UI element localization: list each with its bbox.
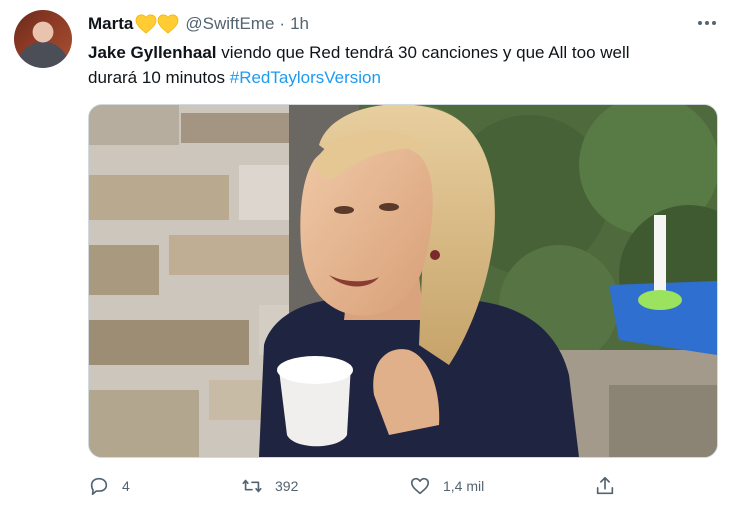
avatar[interactable]: [14, 10, 72, 68]
timestamp[interactable]: 1h: [290, 14, 309, 34]
tweet-actions: 4 392 1,4 mil: [88, 472, 648, 500]
tweet-header: Marta @SwiftEme · 1h: [88, 12, 309, 36]
display-name[interactable]: Marta: [88, 14, 133, 34]
user-handle[interactable]: @SwiftEme: [185, 14, 274, 34]
share-button[interactable]: [594, 472, 616, 500]
like-button[interactable]: 1,4 mil: [409, 472, 484, 500]
separator-dot: ·: [279, 14, 286, 33]
yellow-heart-icon: [135, 14, 157, 34]
hashtag-link[interactable]: #RedTaylorsVersion: [230, 68, 381, 87]
tweet: Marta @SwiftEme · 1h Jake Gyllenhaal vie…: [0, 0, 740, 520]
yellow-heart-icon: [157, 14, 179, 34]
like-icon: [410, 477, 430, 495]
retweet-count: 392: [275, 478, 299, 494]
tweet-text-bold: Jake Gyllenhaal: [88, 43, 217, 62]
retweet-button[interactable]: 392: [241, 472, 298, 500]
tweet-text-line1: viendo que Red tendrá 30 canciones y que…: [216, 43, 630, 62]
share-icon: [596, 476, 614, 495]
tweet-text: Jake Gyllenhaal viendo que Red tendrá 30…: [88, 40, 688, 90]
reply-icon: [90, 477, 108, 496]
tweet-text-line2: durará 10 minutos: [88, 68, 230, 87]
more-dots-icon[interactable]: [693, 12, 721, 34]
media-illustration: [89, 105, 717, 457]
reply-count: 4: [122, 478, 130, 494]
tweet-media-image[interactable]: [88, 104, 718, 458]
yellow-heart-emoji-pair: [135, 14, 179, 34]
like-count: 1,4 mil: [443, 478, 485, 494]
retweet-icon: [242, 479, 262, 493]
reply-button[interactable]: 4: [88, 472, 130, 500]
